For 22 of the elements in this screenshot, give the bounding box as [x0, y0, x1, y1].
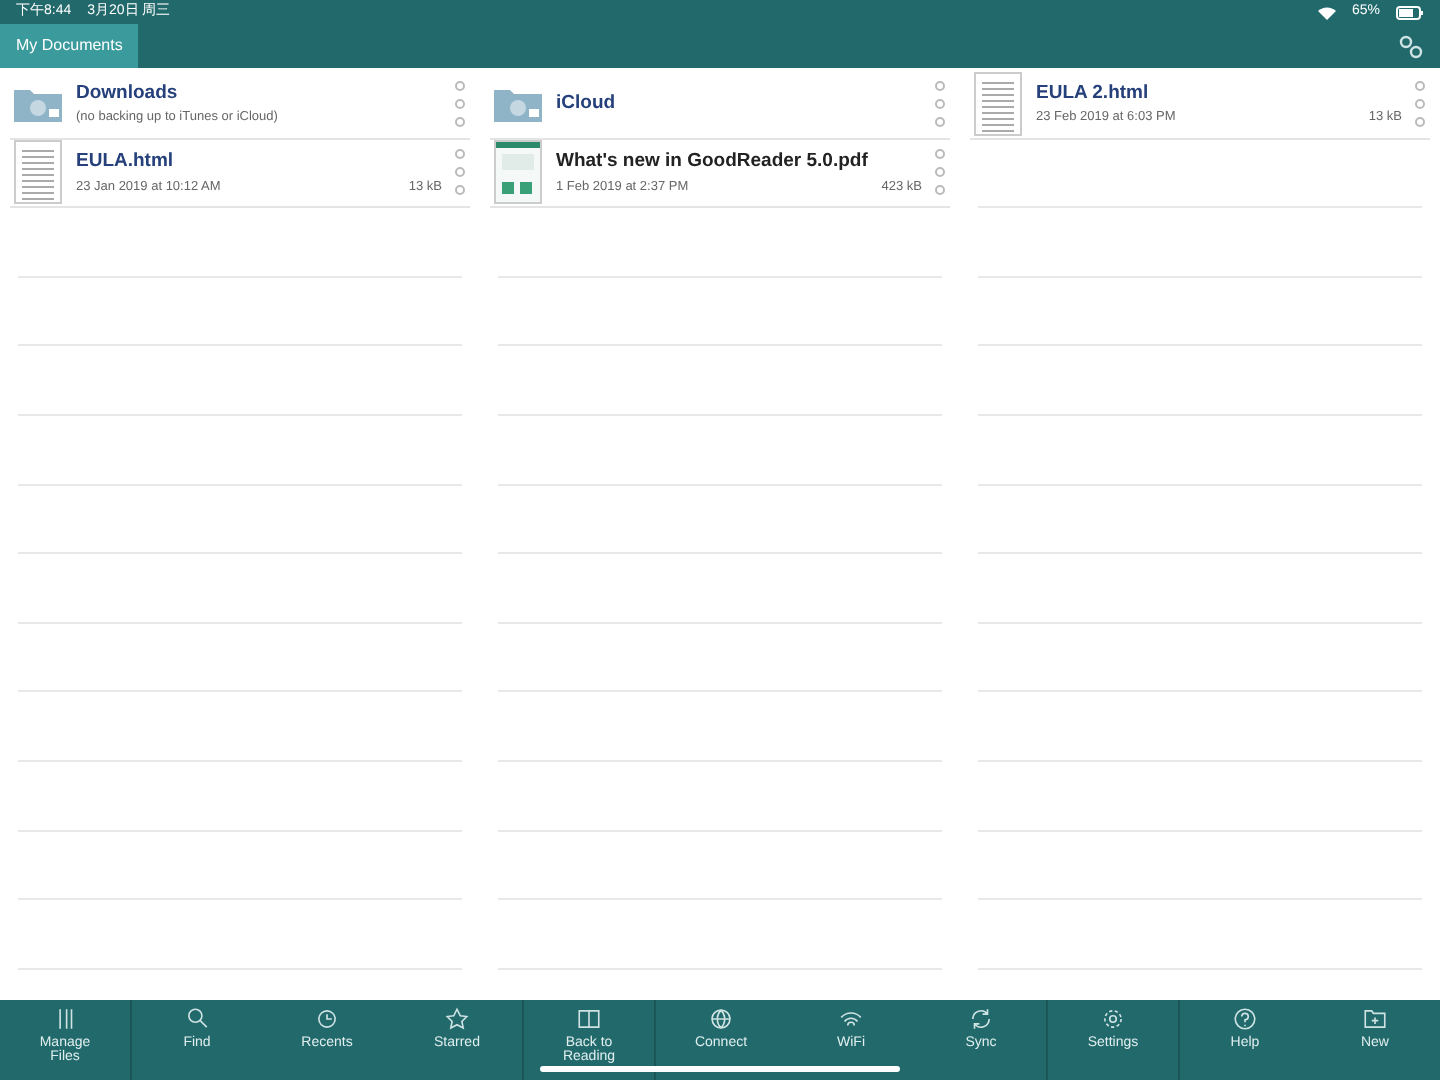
globe-icon: [708, 1006, 734, 1032]
folder-tab[interactable]: My Documents: [0, 24, 139, 68]
battery-icon: [1396, 5, 1424, 19]
more-dots-icon[interactable]: [454, 79, 466, 128]
more-dots-icon[interactable]: [934, 148, 946, 197]
item-name[interactable]: EULA.html: [76, 148, 442, 178]
more-dots-icon[interactable]: [934, 79, 946, 128]
more-dots-icon[interactable]: [454, 148, 466, 197]
item-name[interactable]: EULA 2.html: [1036, 79, 1402, 109]
item-name[interactable]: iCloud: [556, 89, 922, 118]
item-name[interactable]: What's new in GoodReader 5.0.pdf: [556, 148, 922, 178]
folder-icon: [1362, 1006, 1388, 1032]
search-icon: [184, 1006, 210, 1032]
star-icon: [444, 1006, 470, 1032]
wifi-icon: [838, 1006, 864, 1032]
more-dots-icon[interactable]: [1414, 79, 1426, 128]
history-icon: [314, 1006, 340, 1032]
sync-icon: [968, 1006, 994, 1032]
book-icon: [576, 1006, 602, 1032]
wifi-icon: [1317, 5, 1336, 19]
help-icon: [1232, 1006, 1258, 1032]
item-name[interactable]: Downloads: [76, 79, 442, 109]
